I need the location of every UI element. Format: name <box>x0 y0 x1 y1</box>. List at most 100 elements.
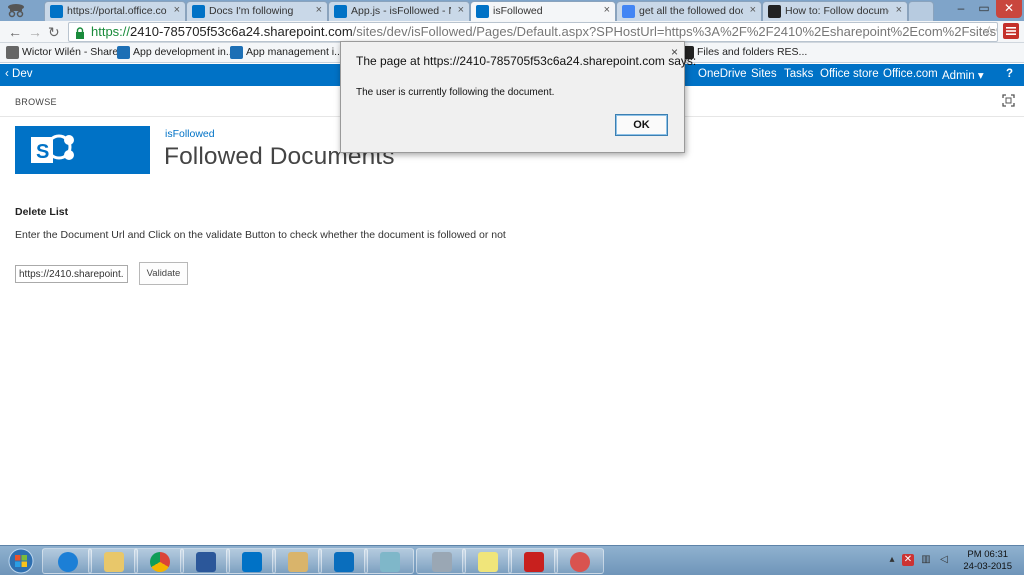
folder-icon <box>104 552 124 572</box>
suite-link-onedrive[interactable]: OneDrive <box>698 68 747 80</box>
address-bar[interactable]: https://2410-785705f53c6a24.sharepoint.c… <box>68 22 998 42</box>
menu-icon[interactable] <box>1003 23 1019 39</box>
bookmark-label: Wictor Wilén - Share... <box>22 46 128 58</box>
close-icon[interactable]: × <box>174 4 180 16</box>
volume-icon[interactable]: ◁ <box>938 554 950 566</box>
close-window-icon[interactable]: ✕ <box>996 0 1022 18</box>
close-icon[interactable]: × <box>896 4 902 16</box>
browser-tab[interactable]: App.js - isFollowed - Napa × <box>328 1 470 21</box>
admin-menu[interactable]: Admin ▾ <box>942 68 984 82</box>
action-center-icon[interactable]: ✕ <box>902 554 914 566</box>
browser-tab-title: isFollowed <box>493 5 543 17</box>
section-heading: Delete List <box>15 206 69 218</box>
alert-message: The user is currently following the docu… <box>356 87 555 98</box>
browser-tab-title: Docs I'm following <box>209 5 294 17</box>
taskbar-sticky-notes[interactable] <box>462 548 512 574</box>
back-arrow-icon[interactable]: ← <box>8 24 22 40</box>
bookmark-item[interactable]: App management i... <box>230 46 343 59</box>
reload-icon[interactable]: ↻ <box>48 24 60 41</box>
sharepoint-favicon-icon <box>476 5 489 18</box>
paint-icon <box>288 552 308 572</box>
clock-time: PM 06:31 <box>967 549 1009 560</box>
taskbar-explorer[interactable] <box>88 548 138 574</box>
site-back-link[interactable]: ‹ Dev <box>5 68 32 80</box>
forward-arrow-icon[interactable]: → <box>28 24 42 40</box>
browser-tab-active[interactable]: isFollowed × <box>470 1 616 21</box>
calculator-icon <box>432 552 452 572</box>
svg-text:S: S <box>36 141 49 163</box>
taskbar-word[interactable] <box>180 548 230 574</box>
browser-tab-title: get all the followed docum <box>639 5 743 17</box>
taskbar-snipping-tool[interactable] <box>554 548 604 574</box>
google-favicon-icon <box>622 5 635 18</box>
browser-tab-strip: https://portal.office.com/ × Docs I'm fo… <box>0 0 1024 21</box>
word-icon <box>196 552 216 572</box>
browser-tab-title: App.js - isFollowed - Napa <box>351 5 451 17</box>
maximize-window-icon[interactable]: ▭ <box>973 0 995 18</box>
minimize-window-icon[interactable]: – <box>950 0 972 18</box>
ok-button[interactable]: OK <box>615 114 668 136</box>
bookmark-item[interactable]: Wictor Wilén - Share... <box>6 46 128 59</box>
browser-tab[interactable]: https://portal.office.com/ × <box>44 1 186 21</box>
sharepoint-icon <box>230 46 243 59</box>
taskbar-calculator[interactable] <box>416 548 466 574</box>
url-scheme: https:// <box>91 24 131 39</box>
taskbar-lync[interactable] <box>318 548 368 574</box>
suite-link-sites[interactable]: Sites <box>751 68 777 80</box>
alert-title: The page at https://2410-785705f53c6a24.… <box>356 54 697 68</box>
clock-date: 24-03-2015 <box>963 561 1012 572</box>
taskbar-app[interactable] <box>364 548 414 574</box>
document-url-input[interactable] <box>15 265 128 283</box>
acrobat-icon <box>524 552 544 572</box>
taskbar-paint[interactable] <box>272 548 322 574</box>
windows-taskbar: ▴ ✕ ▥ ◁ PM 06:31 24-03-2015 <box>0 545 1024 575</box>
browser-tab[interactable]: Docs I'm following × <box>186 1 328 21</box>
breadcrumb-link[interactable]: isFollowed <box>165 128 215 140</box>
snipping-tool-icon <box>570 552 590 572</box>
close-icon[interactable]: × <box>458 4 464 16</box>
sharepoint-favicon-icon <box>192 5 205 18</box>
internet-explorer-icon <box>58 552 78 572</box>
m-favicon-icon <box>768 5 781 18</box>
taskbar-ie[interactable] <box>42 548 92 574</box>
close-icon[interactable]: × <box>671 45 678 59</box>
sharepoint-icon <box>117 46 130 59</box>
browser-tab[interactable]: get all the followed docum × <box>616 1 762 21</box>
focus-on-content-icon[interactable] <box>1002 94 1015 107</box>
close-icon[interactable]: × <box>316 4 322 16</box>
bookmark-item[interactable]: Files and folders RES... <box>681 46 808 59</box>
sharepoint-favicon-icon <box>334 5 347 18</box>
taskbar-acrobat[interactable] <box>508 548 558 574</box>
outlook-icon <box>242 552 262 572</box>
network-icon[interactable]: ▥ <box>920 554 932 566</box>
bookmark-star-icon[interactable]: ☆ <box>983 23 996 40</box>
suite-link-tasks[interactable]: Tasks <box>784 68 813 80</box>
suite-link-office-com[interactable]: Office.com <box>883 68 938 80</box>
bookmark-item[interactable]: App development in... <box>117 46 235 59</box>
suite-link-office-store[interactable]: Office store <box>820 68 879 80</box>
incognito-spy-icon <box>4 2 28 18</box>
sharepoint-logo[interactable]: S <box>15 126 150 174</box>
bookmark-label: App management i... <box>246 46 343 58</box>
chevron-down-icon: ▾ <box>977 70 984 82</box>
instructions-text: Enter the Document Url and Click on the … <box>15 229 506 241</box>
help-icon[interactable]: ? <box>1006 68 1013 80</box>
close-icon[interactable]: × <box>604 4 610 16</box>
browser-tab[interactable]: How to: Follow documents × <box>762 1 908 21</box>
spy-icon <box>6 46 19 59</box>
validate-button[interactable]: Validate <box>139 262 188 285</box>
close-icon[interactable]: × <box>750 4 756 16</box>
taskbar-chrome[interactable] <box>134 548 184 574</box>
start-button-icon[interactable] <box>4 547 38 575</box>
show-hidden-icons-icon[interactable]: ▴ <box>886 554 898 566</box>
browse-tab[interactable]: BROWSE <box>15 97 57 107</box>
admin-label: Admin <box>942 70 975 82</box>
app-icon <box>380 552 400 572</box>
lync-icon <box>334 552 354 572</box>
new-tab-button[interactable] <box>908 1 934 21</box>
browser-tab-title: How to: Follow documents <box>785 5 889 17</box>
browser-toolbar: ← → ↻ https://2410-785705f53c6a24.sharep… <box>0 21 1024 43</box>
system-clock[interactable]: PM 06:31 24-03-2015 <box>963 549 1012 573</box>
bookmark-label: Files and folders RES... <box>697 46 808 58</box>
taskbar-outlook[interactable] <box>226 548 276 574</box>
